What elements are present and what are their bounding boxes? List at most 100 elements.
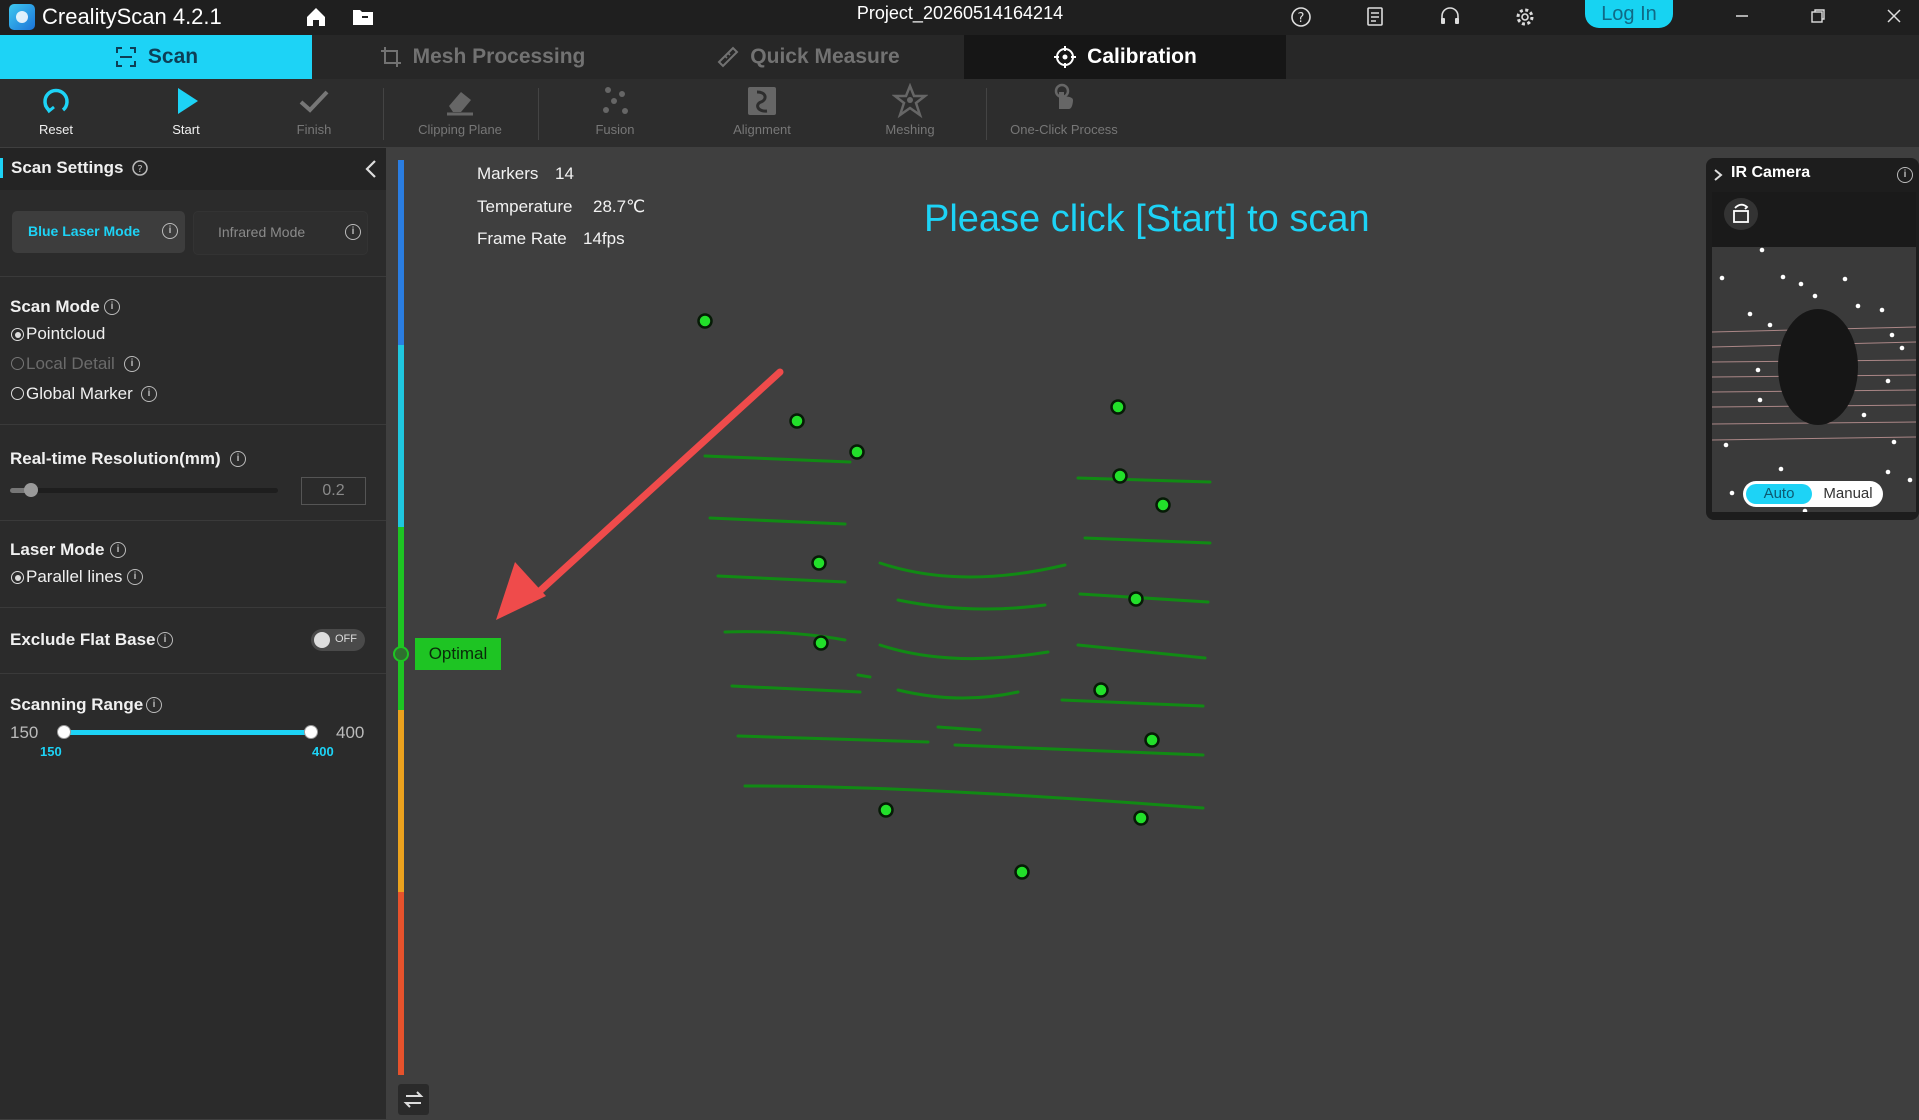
tab-quick-measure-label: Quick Measure — [750, 45, 900, 68]
swap-view-button[interactable] — [398, 1084, 429, 1115]
panel-accent-bar — [0, 158, 3, 178]
help-icon[interactable]: ? — [1288, 4, 1314, 30]
laser-line — [953, 743, 1205, 757]
info-icon[interactable]: i — [141, 386, 157, 402]
laser-line — [1060, 698, 1205, 708]
crop-icon — [380, 47, 401, 67]
marker-point — [813, 635, 829, 651]
section-divider — [0, 424, 386, 425]
svg-text:?: ? — [1298, 11, 1305, 26]
range-high-value: 400 — [312, 744, 334, 759]
range-low-thumb[interactable] — [57, 725, 71, 739]
laser-line — [703, 454, 852, 464]
log-icon[interactable] — [1362, 4, 1388, 30]
alignment-button[interactable]: Alignment — [707, 82, 817, 144]
reset-button[interactable]: Reset — [1, 82, 111, 144]
marker-point — [878, 802, 894, 818]
tab-mesh-processing-label: Mesh Processing — [412, 45, 586, 68]
restore-icon[interactable] — [1806, 4, 1830, 28]
info-icon[interactable]: i — [124, 356, 140, 372]
laser-line — [896, 688, 1020, 700]
app-logo-icon — [9, 4, 35, 30]
meshing-label: Meshing — [885, 122, 935, 137]
range-slider-track[interactable] — [64, 730, 312, 735]
chevron-right-icon[interactable] — [1712, 167, 1724, 183]
toolbar-divider — [383, 88, 384, 140]
toggle-state-label: OFF — [335, 633, 357, 645]
checkmark-icon — [299, 90, 329, 113]
global-marker-radio[interactable] — [11, 387, 24, 400]
parallel-lines-radio[interactable] — [11, 571, 24, 584]
marker-point — [1093, 682, 1109, 698]
info-icon[interactable]: i — [230, 451, 246, 467]
minimize-icon[interactable] — [1730, 4, 1754, 28]
infrared-mode-button[interactable]: Infrared Mode i — [193, 211, 368, 255]
info-icon[interactable]: i — [1897, 167, 1913, 183]
laser-lines — [703, 454, 1212, 810]
close-icon[interactable] — [1882, 4, 1906, 28]
alignment-icon — [748, 87, 776, 115]
exclude-flat-base-toggle[interactable]: OFF — [311, 629, 365, 651]
infrared-mode-label: Infrared Mode — [218, 224, 306, 240]
tab-quick-measure[interactable]: Quick Measure — [652, 35, 964, 79]
tab-calibration[interactable]: Calibration — [964, 35, 1286, 79]
laser-line — [736, 734, 930, 744]
meshing-button[interactable]: Meshing — [855, 82, 965, 144]
info-icon[interactable]: i — [110, 542, 126, 558]
laser-line — [878, 561, 1067, 579]
resolution-slider-track[interactable] — [10, 488, 278, 493]
reset-icon — [43, 88, 69, 114]
info-icon[interactable]: i — [345, 224, 361, 240]
scanning-range-label: Scanning Range — [10, 695, 144, 714]
info-icon[interactable]: i — [162, 223, 178, 239]
one-click-process-label: One-Click Process — [1010, 122, 1118, 137]
tab-mesh-processing[interactable]: Mesh Processing — [312, 35, 652, 79]
collapse-panel-icon[interactable] — [362, 158, 380, 180]
info-icon[interactable]: i — [146, 697, 162, 713]
login-button[interactable]: Log In — [1585, 0, 1673, 28]
blue-laser-mode-button[interactable]: Blue Laser Mode i — [12, 211, 185, 253]
info-icon[interactable]: i — [104, 299, 120, 315]
pointcloud-radio[interactable] — [11, 328, 24, 341]
folder-icon[interactable] — [350, 4, 376, 30]
info-icon[interactable]: i — [157, 632, 173, 648]
range-high-thumb[interactable] — [304, 725, 318, 739]
laser-line — [896, 598, 1047, 611]
range-low-value: 150 — [40, 744, 62, 759]
laser-line — [1083, 536, 1212, 545]
alignment-label: Alignment — [733, 122, 791, 137]
svg-text:?: ? — [137, 164, 142, 175]
finish-button[interactable]: Finish — [259, 82, 369, 144]
annotation-arrow-head — [496, 562, 546, 620]
marker-point — [1144, 732, 1160, 748]
tab-scan-label: Scan — [147, 45, 199, 68]
pointcloud-option-label: Pointcloud — [26, 324, 106, 343]
laser-line — [708, 516, 847, 526]
tab-scan[interactable]: Scan — [0, 35, 312, 79]
resolution-slider-thumb[interactable] — [24, 483, 38, 497]
settings-gear-icon[interactable] — [1512, 4, 1538, 30]
laser-line — [878, 643, 1050, 661]
laser-line — [936, 725, 982, 732]
laser-line — [1076, 476, 1212, 484]
marker-point — [1014, 864, 1030, 880]
manual-exposure-button[interactable]: Manual — [1815, 484, 1881, 504]
local-detail-radio[interactable] — [11, 357, 24, 370]
live-scan-preview — [496, 313, 1212, 880]
support-headset-icon[interactable] — [1437, 4, 1463, 30]
ir-camera-title: IR Camera — [1731, 164, 1811, 181]
resolution-input[interactable]: 0.2 — [301, 477, 366, 505]
range-min-label: 150 — [10, 723, 39, 742]
auto-exposure-button[interactable]: Auto — [1746, 484, 1812, 504]
laser-line — [1078, 592, 1210, 604]
help-icon[interactable]: ? — [131, 159, 149, 177]
one-click-process-button[interactable]: One-Click Process — [1004, 82, 1124, 144]
info-icon[interactable]: i — [127, 569, 143, 585]
ir-rotate-button[interactable] — [1724, 198, 1758, 230]
start-label: Start — [172, 122, 200, 137]
fusion-button[interactable]: Fusion — [560, 82, 670, 144]
home-icon[interactable] — [303, 4, 329, 30]
clipping-plane-button[interactable]: Clipping Plane — [405, 82, 515, 144]
marker-point — [1155, 497, 1171, 513]
start-button[interactable]: Start — [131, 82, 241, 144]
